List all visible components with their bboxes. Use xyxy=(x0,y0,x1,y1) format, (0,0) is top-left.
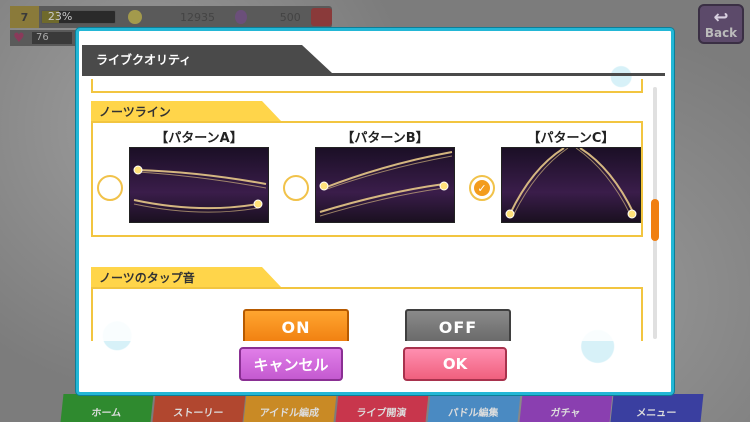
stamina-bar: ♥ 76 xyxy=(10,30,80,46)
pattern-b-radio[interactable] xyxy=(283,175,309,201)
nav-tab-gacha[interactable]: ガチャ xyxy=(519,394,612,422)
back-button[interactable]: ↩ Back xyxy=(698,4,744,44)
gem-count: 500 xyxy=(279,10,301,24)
nav-tab-idol[interactable]: アイドル編成 xyxy=(243,394,337,422)
pattern-c-option[interactable]: 【パターンC】 ✓ xyxy=(465,123,645,233)
pattern-a-radio[interactable] xyxy=(97,175,123,201)
exp-bar: 23% xyxy=(40,10,117,24)
pattern-c-radio[interactable]: ✓ xyxy=(469,175,495,201)
coin-count: 12935 xyxy=(180,10,216,24)
previous-section-edge xyxy=(91,79,643,93)
dialog-title: ライブクオリティ xyxy=(82,45,332,73)
coin-icon xyxy=(128,10,142,24)
notes-line-box: 【パターンA】 【パターンB】 【パターンC】 ✓ xyxy=(91,121,643,237)
tap-sound-title: ノーツのタップ音 xyxy=(91,267,281,287)
pattern-a-option[interactable]: 【パターンA】 xyxy=(93,123,273,233)
cancel-button[interactable]: キャンセル xyxy=(239,347,343,381)
nav-tab-label: パドル編集 xyxy=(447,408,499,419)
nav-tab-story[interactable]: ストーリー xyxy=(152,394,245,422)
tap-sound-on-button[interactable]: ON xyxy=(243,309,349,341)
nav-tab-menu[interactable]: メニュー xyxy=(610,394,704,422)
heart-icon: ♥ xyxy=(13,30,25,46)
back-button-label: Back xyxy=(704,26,738,40)
nav-tab-label: ストーリー xyxy=(172,408,224,419)
stamina-value: 76 xyxy=(32,32,72,44)
live-quality-dialog: ライブクオリティ ノーツライン 【パターンA】 【パターンB】 【パターンC】 … xyxy=(76,28,674,395)
nav-tab-label: メニュー xyxy=(636,408,678,419)
scrollbar-thumb[interactable] xyxy=(651,199,659,241)
tap-sound-section: ノーツのタップ音 ON OFF xyxy=(91,267,643,341)
nav-tab-label: ガチャ xyxy=(549,408,581,419)
nav-tab-live[interactable]: ライブ開演 xyxy=(335,394,429,422)
check-icon: ✓ xyxy=(474,180,490,196)
player-level: 7 xyxy=(10,6,39,28)
bottom-nav: ホーム ストーリー アイドル編成 ライブ開演 パドル編集 ガチャ メニュー xyxy=(60,394,704,422)
back-arrow-icon: ↩ xyxy=(713,7,729,28)
title-divider xyxy=(82,73,665,76)
tap-sound-off-button[interactable]: OFF xyxy=(405,309,511,341)
nav-tab-label: ホーム xyxy=(90,408,122,419)
ok-button[interactable]: OK xyxy=(403,347,507,381)
notes-line-title: ノーツライン xyxy=(91,101,281,121)
gem-icon xyxy=(235,10,247,24)
notes-line-section: ノーツライン 【パターンA】 【パターンB】 【パターンC】 ✓ xyxy=(91,101,643,261)
settings-scroll-area[interactable]: ノーツライン 【パターンA】 【パターンB】 【パターンC】 ✓ ノーツのタップ… xyxy=(91,79,649,341)
pattern-b-option[interactable]: 【パターンB】 xyxy=(279,123,459,233)
tap-sound-box: ON OFF xyxy=(91,287,643,341)
pattern-c-preview xyxy=(501,147,641,223)
nav-tab-label: ライブ開演 xyxy=(355,408,408,419)
pattern-b-preview xyxy=(315,147,455,223)
nav-tab-edit[interactable]: パドル編集 xyxy=(427,394,521,422)
shop-icon[interactable] xyxy=(310,8,332,26)
pattern-a-label: 【パターンA】 xyxy=(155,131,243,146)
status-bar: 7 23% 12935 500 xyxy=(10,6,332,28)
nav-tab-home[interactable]: ホーム xyxy=(60,394,154,422)
exp-percent: 23% xyxy=(47,10,73,23)
pattern-c-label: 【パターンC】 xyxy=(527,131,615,146)
pattern-b-label: 【パターンB】 xyxy=(341,131,429,146)
scrollbar[interactable] xyxy=(651,87,659,339)
nav-tab-label: アイドル編成 xyxy=(259,408,321,419)
pattern-a-preview xyxy=(129,147,269,223)
